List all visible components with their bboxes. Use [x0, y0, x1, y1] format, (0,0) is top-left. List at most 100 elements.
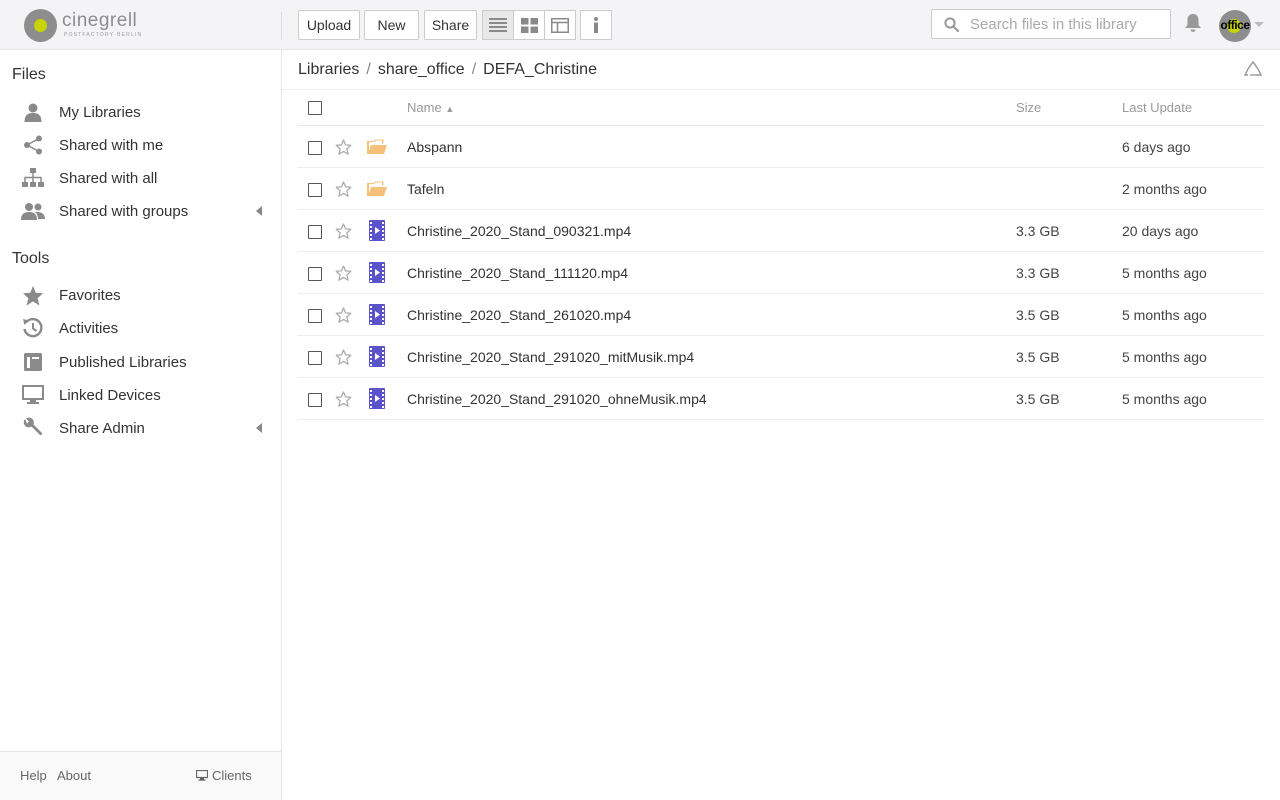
file-name[interactable]: Christine_2020_Stand_261020.mp4	[407, 307, 631, 323]
breadcrumb: Libraries / share_office / DEFA_Christin…	[298, 61, 597, 79]
file-last-update: 5 months ago	[1122, 391, 1207, 407]
star-icon[interactable]	[335, 307, 352, 326]
column-view-button[interactable]	[544, 10, 576, 40]
table-row[interactable]: Christine_2020_Stand_111120.mp4 3.3 GB 5 m…	[298, 252, 1264, 294]
file-name[interactable]: Christine_2020_Stand_291020_ohneMusik.mp…	[407, 391, 707, 407]
breadcrumb-libraries[interactable]: Libraries	[298, 61, 359, 79]
table-header: Name ▲ Size Last Update	[298, 90, 1264, 126]
file-name[interactable]: Christine_2020_Stand_291020_mitMusik.mp4	[407, 349, 694, 365]
video-file-icon	[369, 220, 385, 244]
row-checkbox[interactable]	[308, 141, 322, 155]
sidebar-item-label: Share Admin	[59, 419, 145, 437]
help-link[interactable]: Help	[20, 768, 47, 783]
tools-heading: Tools	[12, 250, 50, 267]
file-name[interactable]: Abspann	[407, 139, 462, 155]
caret-left-icon[interactable]	[256, 206, 262, 216]
search-input[interactable]	[970, 13, 1165, 35]
table-row[interactable]: Christine_2020_Stand_090321.mp4 3.3 GB 20 …	[298, 210, 1264, 252]
star-icon	[20, 284, 46, 306]
file-name[interactable]: Christine_2020_Stand_090321.mp4	[407, 223, 631, 239]
sidebar-item-favorites[interactable]: Favorites	[20, 280, 270, 310]
row-checkbox[interactable]	[308, 267, 322, 281]
list-view-button[interactable]	[482, 10, 514, 40]
clients-link[interactable]: Clients	[196, 768, 252, 783]
file-last-update: 5 months ago	[1122, 349, 1207, 365]
sidebar-item-my-libraries[interactable]: My Libraries	[20, 97, 270, 127]
sidebar-item-label: Published Libraries	[59, 353, 187, 371]
sidebar-item-label: Linked Devices	[59, 386, 161, 404]
sidebar-item-activities[interactable]: Activities	[20, 313, 270, 343]
file-name[interactable]: Tafeln	[407, 181, 444, 197]
table-row[interactable]: Abspann 6 days ago	[298, 126, 1264, 168]
table-row[interactable]: Christine_2020_Stand_261020.mp4 3.5 GB 5 m…	[298, 294, 1264, 336]
new-button[interactable]: New	[364, 10, 419, 40]
sidebar-item-linked-devices[interactable]: Linked Devices	[20, 380, 270, 410]
breadcrumb-share-office[interactable]: share_office	[378, 61, 465, 79]
info-button[interactable]	[580, 10, 612, 40]
header-divider	[281, 12, 282, 40]
star-icon[interactable]	[335, 265, 352, 284]
size-column-header[interactable]: Size	[1016, 100, 1041, 115]
sidebar-item-shared-with-all[interactable]: Shared with all	[20, 163, 270, 193]
caret-left-icon[interactable]	[256, 423, 262, 433]
file-size: 3.3 GB	[1016, 223, 1060, 239]
sort-asc-icon: ▲	[445, 104, 455, 114]
row-checkbox[interactable]	[308, 393, 322, 407]
clients-label: Clients	[212, 768, 252, 783]
name-column-header[interactable]: Name ▲	[407, 100, 454, 115]
folder-icon	[367, 181, 387, 200]
star-icon[interactable]	[335, 391, 352, 410]
notification-bell-icon[interactable]	[1184, 13, 1202, 33]
user-avatar[interactable]: office	[1219, 10, 1251, 42]
row-checkbox[interactable]	[308, 309, 322, 323]
breadcrumb-current: DEFA_Christine	[483, 61, 597, 78]
row-checkbox[interactable]	[308, 225, 322, 239]
sidebar-item-shared-with-me[interactable]: Shared with me	[20, 130, 270, 160]
search-icon	[944, 17, 959, 32]
table-row[interactable]: Christine_2020_Stand_291020_mitMusik.mp4…	[298, 336, 1264, 378]
file-last-update: 20 days ago	[1122, 223, 1199, 239]
last-update-column-header[interactable]: Last Update	[1122, 100, 1192, 115]
table-row[interactable]: Tafeln 2 months ago	[298, 168, 1264, 210]
row-checkbox[interactable]	[308, 183, 322, 197]
wrench-icon	[20, 417, 46, 439]
file-size: 3.5 GB	[1016, 349, 1060, 365]
sidebar-item-shared-with-groups[interactable]: Shared with groups	[20, 196, 270, 226]
table-row[interactable]: Christine_2020_Stand_291020_ohneMusik.mp…	[298, 378, 1264, 420]
folder-icon	[367, 139, 387, 158]
file-name[interactable]: Christine_2020_Stand_111120.mp4	[407, 265, 628, 281]
brand-name: cinegrell	[62, 10, 138, 31]
chevron-down-icon[interactable]	[1254, 22, 1264, 27]
book-icon	[20, 351, 46, 373]
list-view-icon	[489, 18, 507, 32]
recycle-icon[interactable]	[1243, 61, 1263, 79]
sidebar-item-share-admin[interactable]: Share Admin	[20, 413, 270, 443]
star-icon[interactable]	[335, 349, 352, 368]
sidebar-item-label: Shared with me	[59, 136, 164, 154]
breadcrumb-separator: /	[471, 61, 477, 78]
brand-logo[interactable]: cinegrell POSTFACTORY·BERLIN	[24, 8, 154, 42]
upload-button[interactable]: Upload	[298, 10, 360, 40]
org-chart-icon	[20, 167, 46, 189]
star-icon[interactable]	[335, 181, 352, 200]
file-last-update: 5 months ago	[1122, 307, 1207, 323]
info-icon	[594, 17, 598, 33]
grid-view-button[interactable]	[513, 10, 545, 40]
file-last-update: 2 months ago	[1122, 181, 1207, 197]
video-file-icon	[369, 346, 385, 370]
star-icon[interactable]	[335, 139, 352, 158]
sidebar-item-published-libraries[interactable]: Published Libraries	[20, 347, 270, 377]
share-icon	[20, 134, 46, 156]
file-last-update: 6 days ago	[1122, 139, 1191, 155]
share-button[interactable]: Share	[424, 10, 477, 40]
sidebar: Files My Libraries Shared with me Shared…	[0, 50, 282, 800]
brand-tagline: POSTFACTORY·BERLIN	[64, 32, 143, 38]
row-checkbox[interactable]	[308, 351, 322, 365]
sidebar-footer: Help About Clients	[0, 751, 281, 800]
monitor-icon	[20, 384, 46, 406]
select-all-checkbox[interactable]	[308, 101, 322, 115]
star-icon[interactable]	[335, 223, 352, 242]
sidebar-item-label: Activities	[59, 319, 119, 337]
about-link[interactable]: About	[57, 768, 91, 783]
video-file-icon	[369, 304, 385, 328]
